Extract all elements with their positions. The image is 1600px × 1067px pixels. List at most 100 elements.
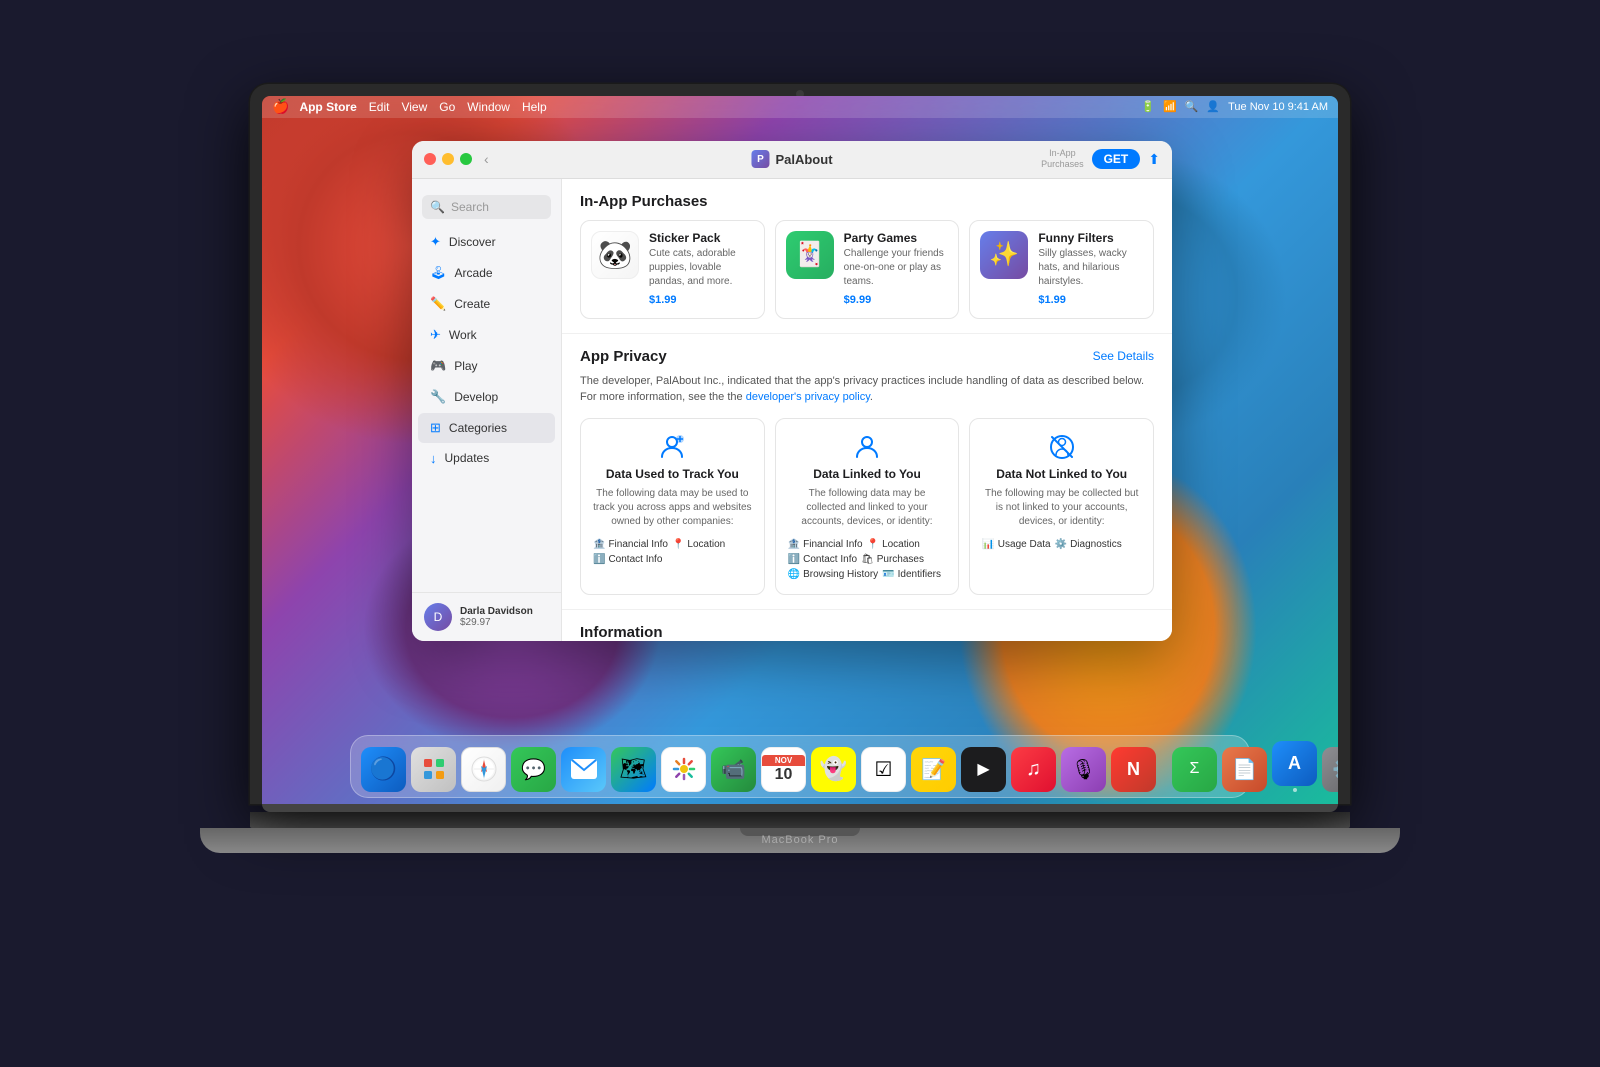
dock: 🔵 💬 xyxy=(350,735,1250,798)
iap-desc-party: Challenge your friends one-on-one or pla… xyxy=(844,247,949,289)
sidebar-item-develop[interactable]: 🔧 Develop xyxy=(418,382,555,412)
privacy-policy-link[interactable]: developer's privacy policy xyxy=(746,391,870,403)
main-content: In-App Purchases 🐼 Sticker Pack Cute cat… xyxy=(562,179,1172,641)
financial-icon: 🏦 xyxy=(593,539,605,550)
dock-snapchat[interactable]: 👻 xyxy=(811,747,856,792)
minimize-button[interactable] xyxy=(442,153,454,165)
iap-card-party: 🃏 Party Games Challenge your friends one… xyxy=(775,220,960,319)
iap-card-sticker: 🐼 Sticker Pack Cute cats, adorable puppi… xyxy=(580,220,765,319)
window-body: 🔍 Search ✦ Discover 🕹 Arcade ✏️ xyxy=(412,179,1172,641)
search-label: Search xyxy=(451,200,489,214)
dock-numbers[interactable]: Σ xyxy=(1172,747,1217,792)
notlinked-tags: 📊 Usage Data ⚙️ Diagnostics xyxy=(982,539,1141,550)
iap-info-party: Party Games Challenge your friends one-o… xyxy=(844,231,949,308)
share-button[interactable]: ⬆ xyxy=(1148,151,1160,168)
financial-icon2: 🏦 xyxy=(788,539,800,550)
laptop-hinge xyxy=(250,812,1350,828)
menubar-right: 🔋 📶 🔍 👤 Tue Nov 10 9:41 AM xyxy=(1141,100,1328,113)
iap-price-filters[interactable]: $1.99 xyxy=(1038,294,1066,306)
menubar-window[interactable]: Window xyxy=(467,100,510,114)
screen-content: 🍎 App Store Edit View Go Window Help 🔋 📶… xyxy=(262,96,1338,804)
sidebar-item-discover[interactable]: ✦ Discover xyxy=(418,227,555,257)
iap-icon-filters: ✨ xyxy=(980,231,1028,279)
iap-name-party: Party Games xyxy=(844,231,949,245)
sidebar-item-updates[interactable]: ↓ Updates xyxy=(418,444,555,473)
back-button[interactable]: ‹ xyxy=(484,151,489,167)
iap-card-filters: ✨ Funny Filters Silly glasses, wacky hat… xyxy=(969,220,1154,319)
window-titlebar: ‹ P PalAbout In-AppPurchases GET ⬆ xyxy=(412,141,1172,179)
get-button[interactable]: GET xyxy=(1092,149,1141,169)
menubar-view[interactable]: View xyxy=(401,100,427,114)
close-button[interactable] xyxy=(424,153,436,165)
privacy-desc: The developer, PalAbout Inc., indicated … xyxy=(580,373,1154,406)
menubar-appstore[interactable]: App Store xyxy=(299,100,356,114)
sidebar-item-create[interactable]: ✏️ Create xyxy=(418,289,555,319)
privacy-card-track: Data Used to Track You The following dat… xyxy=(580,418,765,595)
search-icon[interactable]: 🔍 xyxy=(1185,100,1199,113)
iap-price-party[interactable]: $9.99 xyxy=(844,294,872,306)
dock-settings[interactable]: ⚙️ xyxy=(1322,747,1338,792)
dock-mail[interactable] xyxy=(561,747,606,792)
dock-notes[interactable]: 📝 xyxy=(911,747,956,792)
dock-calendar[interactable]: NOV 10 xyxy=(761,747,806,792)
dock-maps[interactable]: 🗺 xyxy=(611,747,656,792)
menubar-edit[interactable]: Edit xyxy=(369,100,390,114)
sidebar-label-develop: Develop xyxy=(454,390,498,404)
sidebar: 🔍 Search ✦ Discover 🕹 Arcade ✏️ xyxy=(412,179,562,641)
dock-photos[interactable] xyxy=(661,747,706,792)
profile-name: Darla Davidson xyxy=(460,606,533,617)
profile-info: Darla Davidson $29.97 xyxy=(460,606,533,628)
dock-finder[interactable]: 🔵 xyxy=(361,747,406,792)
dock-safari[interactable] xyxy=(461,747,506,792)
dock-music[interactable]: ♫ xyxy=(1011,747,1056,792)
dock-messages[interactable]: 💬 xyxy=(511,747,556,792)
app-name: PalAbout xyxy=(775,152,832,167)
identifiers-icon: 🪪 xyxy=(882,569,894,580)
work-icon: ✈ xyxy=(430,327,441,343)
sidebar-label-updates: Updates xyxy=(445,451,490,465)
dock-appstore[interactable]: A xyxy=(1272,741,1317,792)
notlinked-title: Data Not Linked to You xyxy=(982,467,1141,481)
discover-icon: ✦ xyxy=(430,234,441,250)
dock-news[interactable]: N xyxy=(1111,747,1156,792)
laptop-base xyxy=(200,828,1400,853)
dock-facetime[interactable]: 📹 xyxy=(711,747,756,792)
dock-appletv[interactable]: ▶ xyxy=(961,747,1006,792)
maximize-button[interactable] xyxy=(460,153,472,165)
iap-desc-sticker: Cute cats, adorable puppies, lovable pan… xyxy=(649,247,754,289)
apple-menu-icon[interactable]: 🍎 xyxy=(272,98,289,115)
track-tag-contact: ℹ️ Contact Info xyxy=(593,554,662,565)
play-icon: 🎮 xyxy=(430,358,446,374)
sidebar-label-create: Create xyxy=(454,297,490,311)
dock-area: 🔵 💬 xyxy=(350,735,1250,798)
iap-name-sticker: Sticker Pack xyxy=(649,231,754,245)
linked-icon xyxy=(788,433,947,461)
laptop-notch xyxy=(740,828,860,836)
sidebar-item-categories[interactable]: ⊞ Categories xyxy=(418,413,555,443)
sidebar-label-work: Work xyxy=(449,328,477,342)
sidebar-search[interactable]: 🔍 Search xyxy=(422,195,551,219)
search-icon: 🔍 xyxy=(430,200,445,214)
in-app-label: In-AppPurchases xyxy=(1041,148,1084,170)
wifi-icon: 📶 xyxy=(1163,100,1177,113)
dock-reminders[interactable]: ☑ xyxy=(861,747,906,792)
dock-appstore-active-dot xyxy=(1293,788,1297,792)
iap-price-sticker[interactable]: $1.99 xyxy=(649,294,677,306)
menubar-help[interactable]: Help xyxy=(522,100,547,114)
purchases-icon: 🛍 xyxy=(861,554,874,565)
sidebar-profile[interactable]: D Darla Davidson $29.97 xyxy=(412,592,562,641)
privacy-header: App Privacy See Details xyxy=(580,348,1154,365)
sidebar-item-arcade[interactable]: 🕹 Arcade xyxy=(418,258,555,288)
info-section: Information Seller PalAbout Inc. Size 52… xyxy=(562,609,1172,641)
see-details-button[interactable]: See Details xyxy=(1093,349,1154,363)
privacy-title: App Privacy xyxy=(580,348,667,365)
arcade-icon: 🕹 xyxy=(430,265,447,281)
dock-podcasts[interactable]: 🎙 xyxy=(1061,747,1106,792)
sidebar-item-work[interactable]: ✈ Work xyxy=(418,320,555,350)
contact-icon: ℹ️ xyxy=(593,554,605,565)
dock-launchpad[interactable] xyxy=(411,747,456,792)
menubar-go[interactable]: Go xyxy=(439,100,455,114)
profile-avatar: D xyxy=(424,603,452,631)
sidebar-item-play[interactable]: 🎮 Play xyxy=(418,351,555,381)
dock-pages[interactable]: 📄 xyxy=(1222,747,1267,792)
